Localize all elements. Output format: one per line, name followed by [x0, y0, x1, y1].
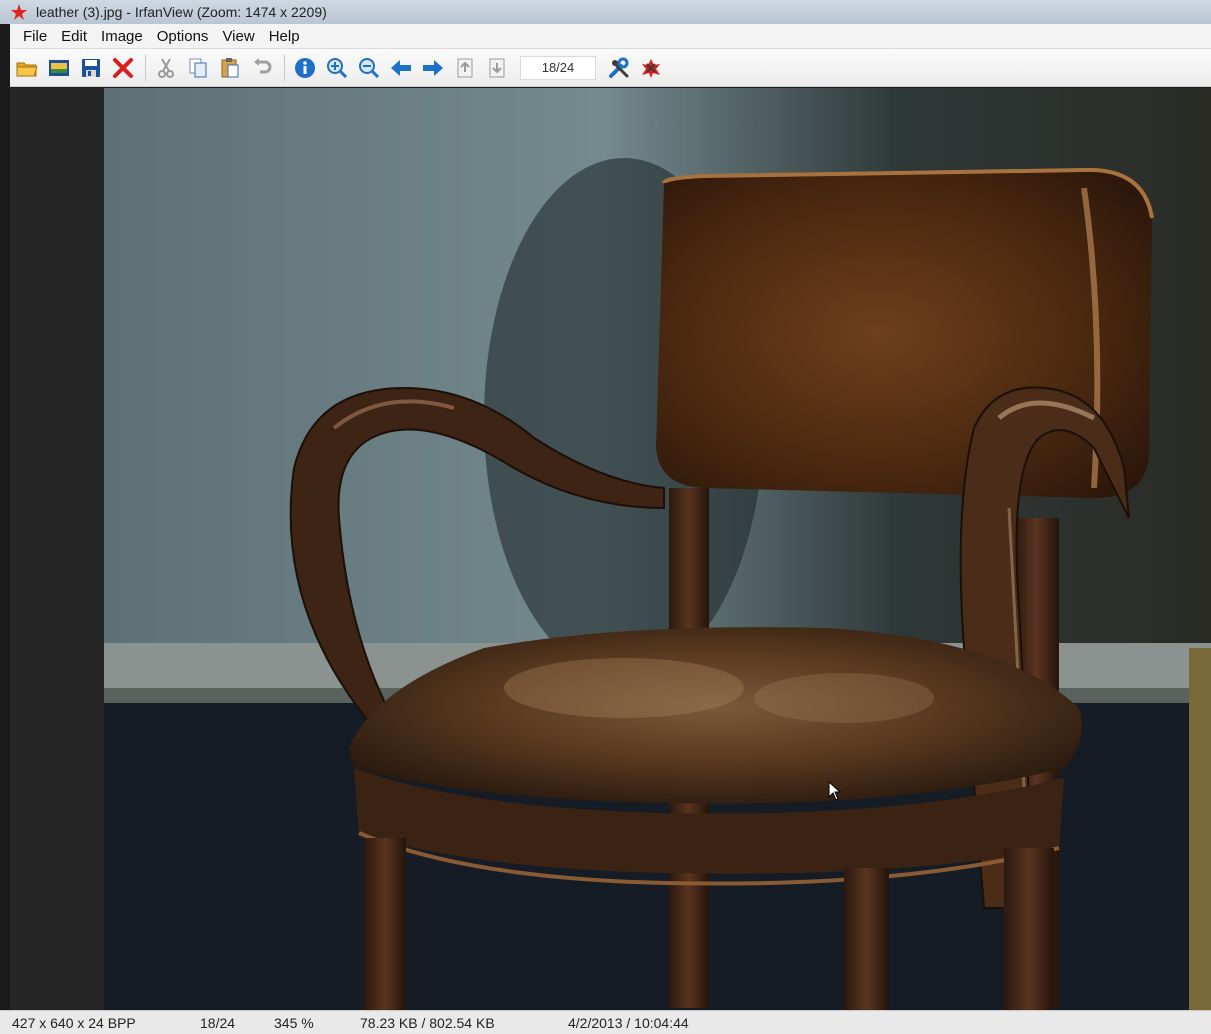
info-icon: [295, 57, 315, 78]
next-arrow-icon: [423, 59, 443, 76]
menu-view[interactable]: View: [215, 26, 261, 47]
zoom-level: 345 %: [274, 1014, 314, 1031]
viewer-background: [10, 88, 104, 1010]
delete-button[interactable]: [108, 53, 138, 83]
first-file-icon: [457, 58, 473, 77]
menu-options[interactable]: Options: [150, 26, 216, 47]
thumbnails-button[interactable]: [44, 53, 74, 83]
copy-button[interactable]: [183, 53, 213, 83]
cut-icon: [158, 57, 174, 78]
leather-chair-photo: [104, 88, 1211, 1010]
zoom-out-icon: [359, 57, 380, 78]
cut-button[interactable]: [151, 53, 181, 83]
save-button[interactable]: [76, 53, 106, 83]
menu-edit[interactable]: Edit: [54, 26, 94, 47]
properties-button[interactable]: [604, 53, 634, 83]
page-indicator: 18/24: [200, 1014, 236, 1031]
image-dimensions: 427 x 640 x 24 BPP: [12, 1014, 136, 1031]
save-icon: [82, 58, 100, 77]
properties-icon: [609, 57, 629, 78]
thumbnails-icon: [49, 59, 69, 76]
file-size: 78.23 KB / 802.54 KB: [360, 1014, 495, 1031]
open-button[interactable]: [12, 53, 42, 83]
menu-file[interactable]: File: [16, 26, 54, 47]
toolbar-separator: [145, 54, 146, 81]
exit-button[interactable]: [636, 53, 666, 83]
status-bar: 427 x 640 x 24 BPP 18/24 345 % 78.23 KB …: [0, 1010, 1211, 1034]
open-folder-icon: [16, 62, 38, 76]
window-title: leather (3).jpg - IrfanView (Zoom: 1474 …: [36, 4, 327, 20]
title-bar: leather (3).jpg - IrfanView (Zoom: 1474 …: [0, 0, 1211, 24]
next-button[interactable]: [418, 53, 448, 83]
mouse-cursor-icon: [828, 781, 842, 801]
paste-button[interactable]: [215, 53, 245, 83]
file-datetime: 4/2/2013 / 10:04:44: [568, 1014, 689, 1031]
info-button[interactable]: [290, 53, 320, 83]
irfanview-logo-icon: [11, 4, 27, 20]
zoom-in-button[interactable]: [322, 53, 352, 83]
page-counter-field[interactable]: 18/24: [520, 55, 596, 80]
copy-icon: [189, 58, 207, 77]
toolbar: 18/24: [10, 49, 1211, 87]
image-viewer[interactable]: [10, 88, 1211, 1010]
previous-arrow-icon: [391, 59, 411, 76]
exit-icon: [642, 58, 660, 78]
last-file-button[interactable]: [482, 53, 512, 83]
displayed-image[interactable]: [104, 88, 1211, 1010]
zoom-out-button[interactable]: [354, 53, 384, 83]
last-file-icon: [489, 58, 505, 77]
menu-image[interactable]: Image: [94, 26, 150, 47]
delete-icon: [113, 57, 133, 78]
previous-button[interactable]: [386, 53, 416, 83]
menu-help[interactable]: Help: [262, 26, 307, 47]
zoom-in-icon: [327, 57, 348, 78]
paste-icon: [221, 57, 239, 77]
menu-bar: File Edit Image Options View Help: [10, 24, 1211, 49]
undo-button[interactable]: [247, 53, 277, 83]
first-file-button[interactable]: [450, 53, 480, 83]
undo-icon: [254, 57, 272, 73]
toolbar-separator: [284, 54, 285, 81]
